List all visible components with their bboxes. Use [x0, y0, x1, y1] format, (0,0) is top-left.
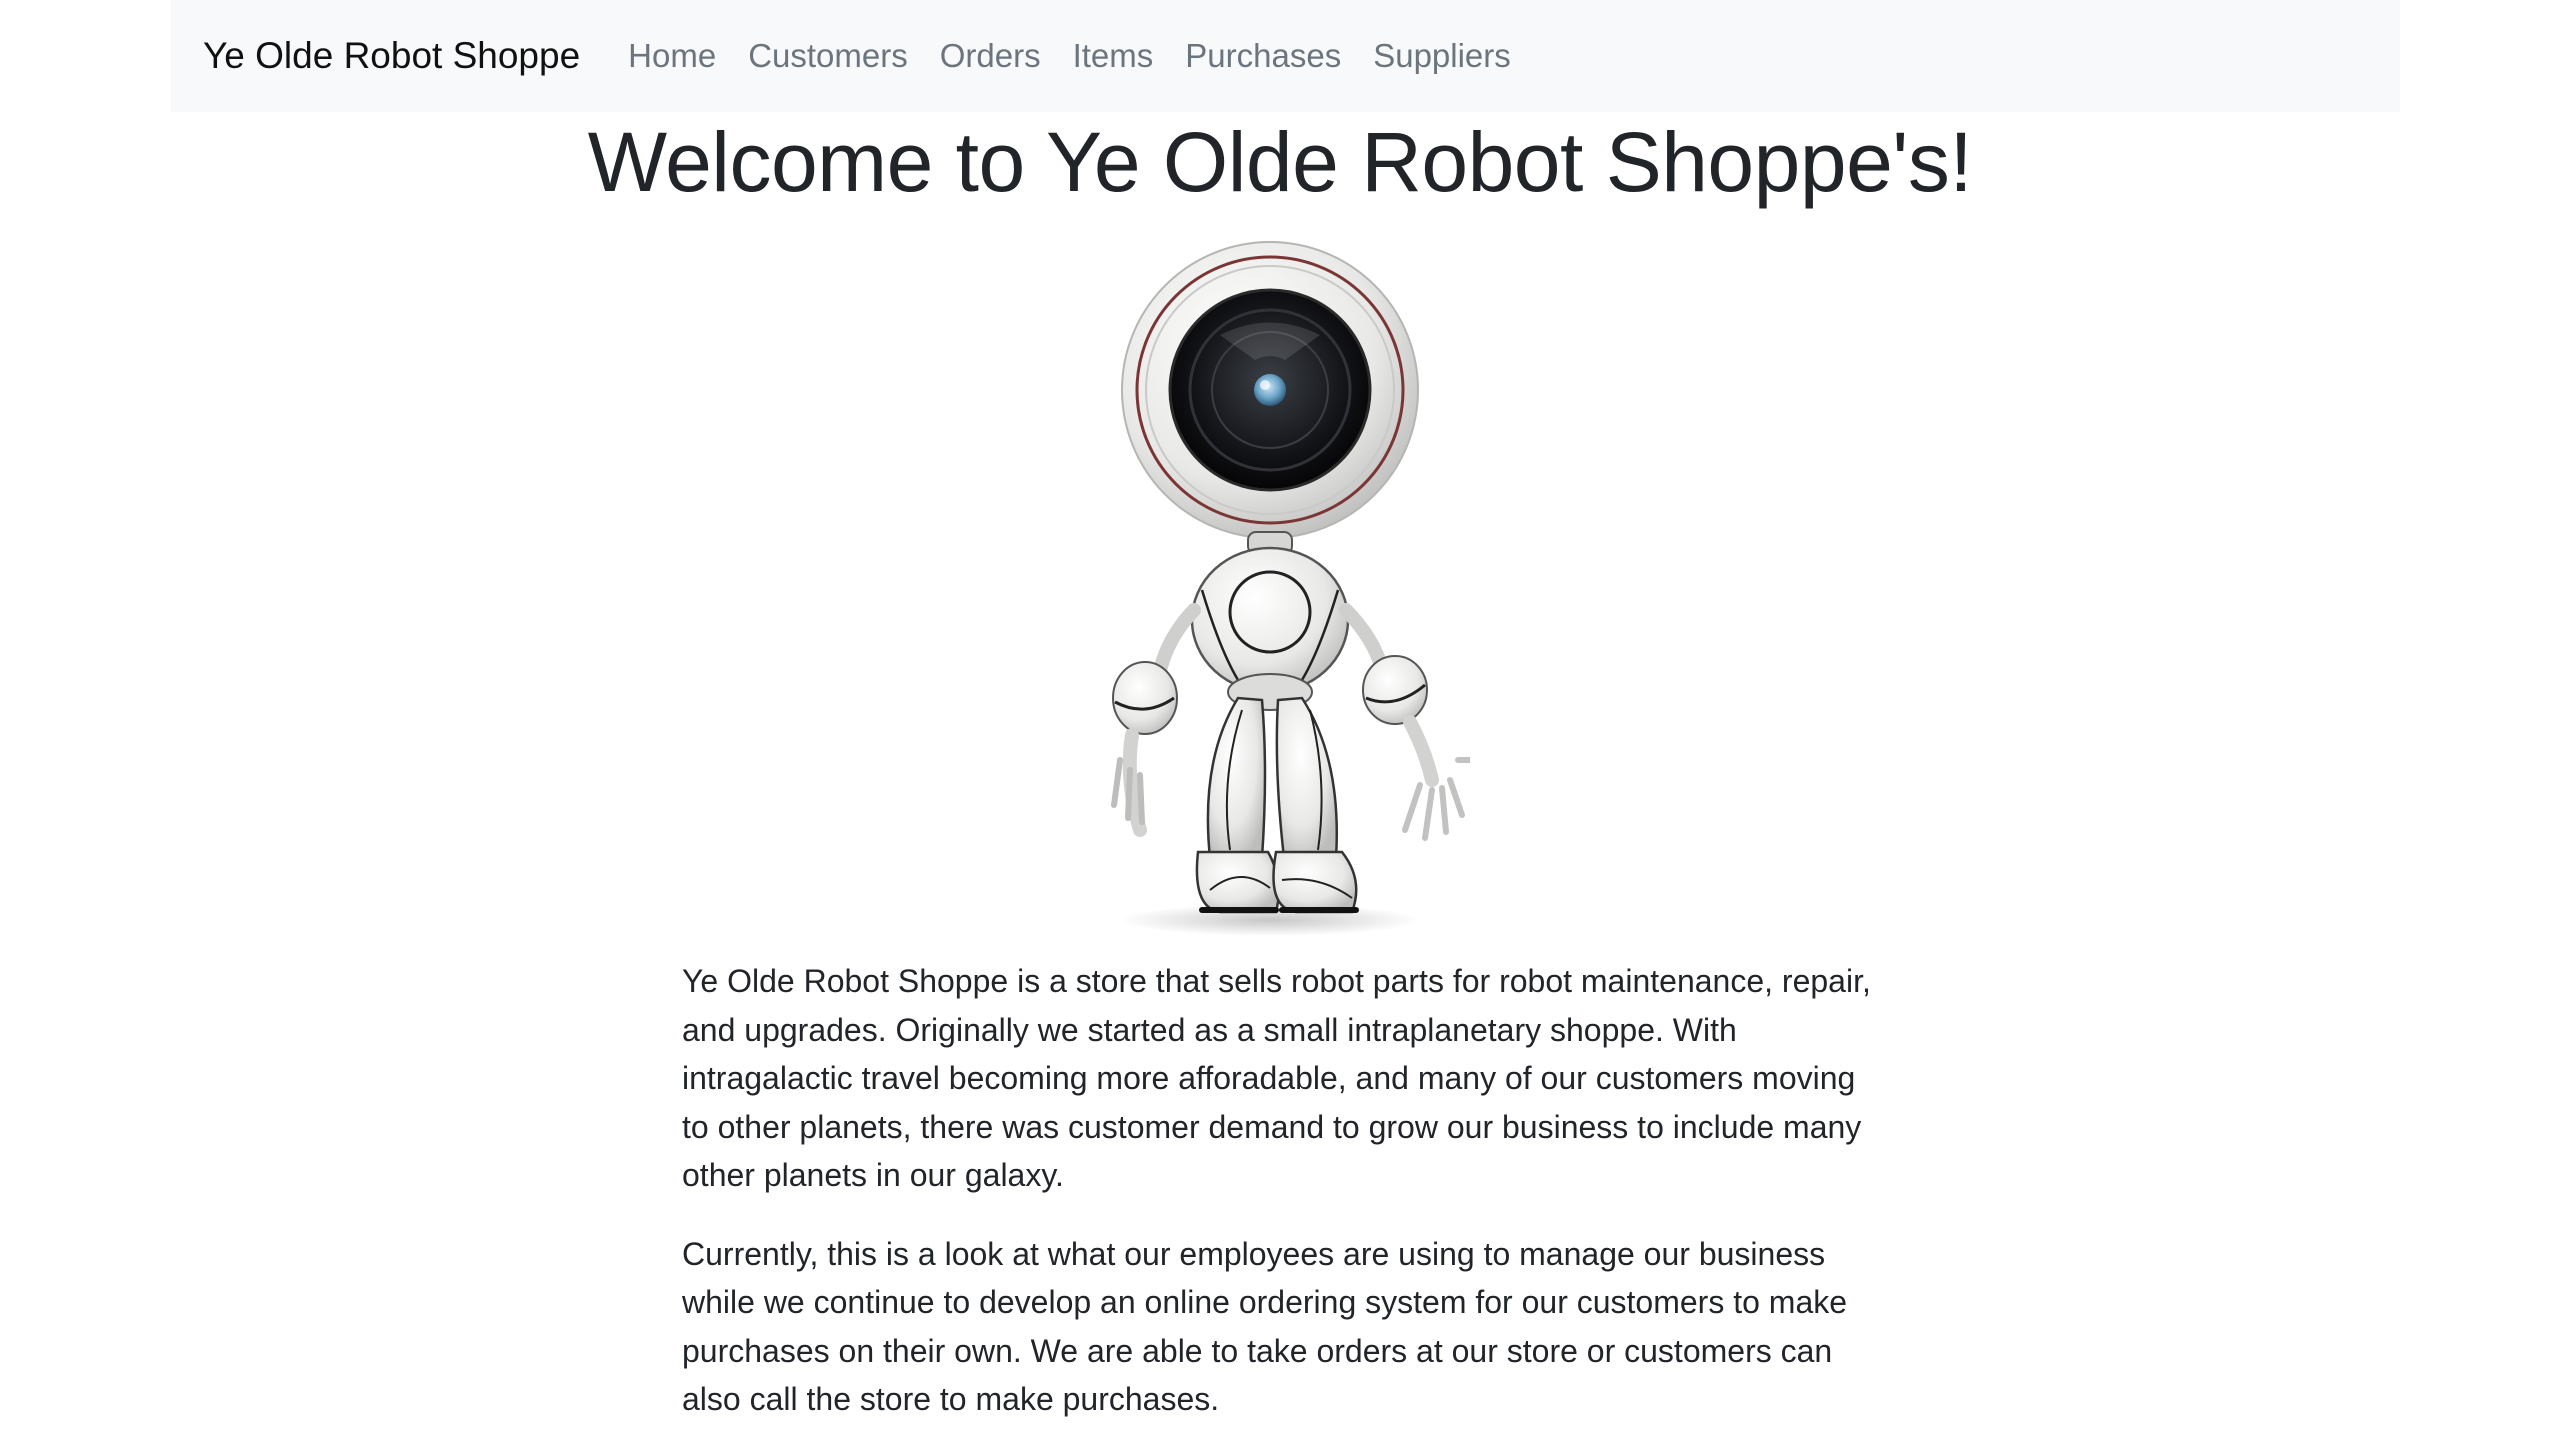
robot-image	[1111, 241, 1470, 936]
nav-link-purchases[interactable]: Purchases	[1185, 37, 1341, 75]
nav-link-suppliers[interactable]: Suppliers	[1373, 37, 1511, 75]
nav-link-orders[interactable]: Orders	[940, 37, 1041, 75]
nav-link-customers[interactable]: Customers	[748, 37, 908, 75]
navbar-brand[interactable]: Ye Olde Robot Shoppe	[203, 35, 580, 77]
nav-links: Home Customers Orders Items Purchases Su…	[628, 37, 1543, 75]
intro-content: Ye Olde Robot Shoppe is a store that sel…	[682, 957, 1882, 1454]
intro-paragraph: Currently, this is a look at what our em…	[682, 1235, 1848, 1418]
nav-link-items[interactable]: Items	[1073, 37, 1154, 75]
page-title: Welcome to Ye Olde Robot Shoppe's!	[587, 115, 1973, 209]
navbar: Ye Olde Robot Shoppe Home Customers Orde…	[171, 0, 2400, 112]
intro-paragraph: Ye Olde Robot Shoppe is a store that sel…	[682, 963, 1871, 1193]
nav-link-home[interactable]: Home	[628, 37, 716, 75]
